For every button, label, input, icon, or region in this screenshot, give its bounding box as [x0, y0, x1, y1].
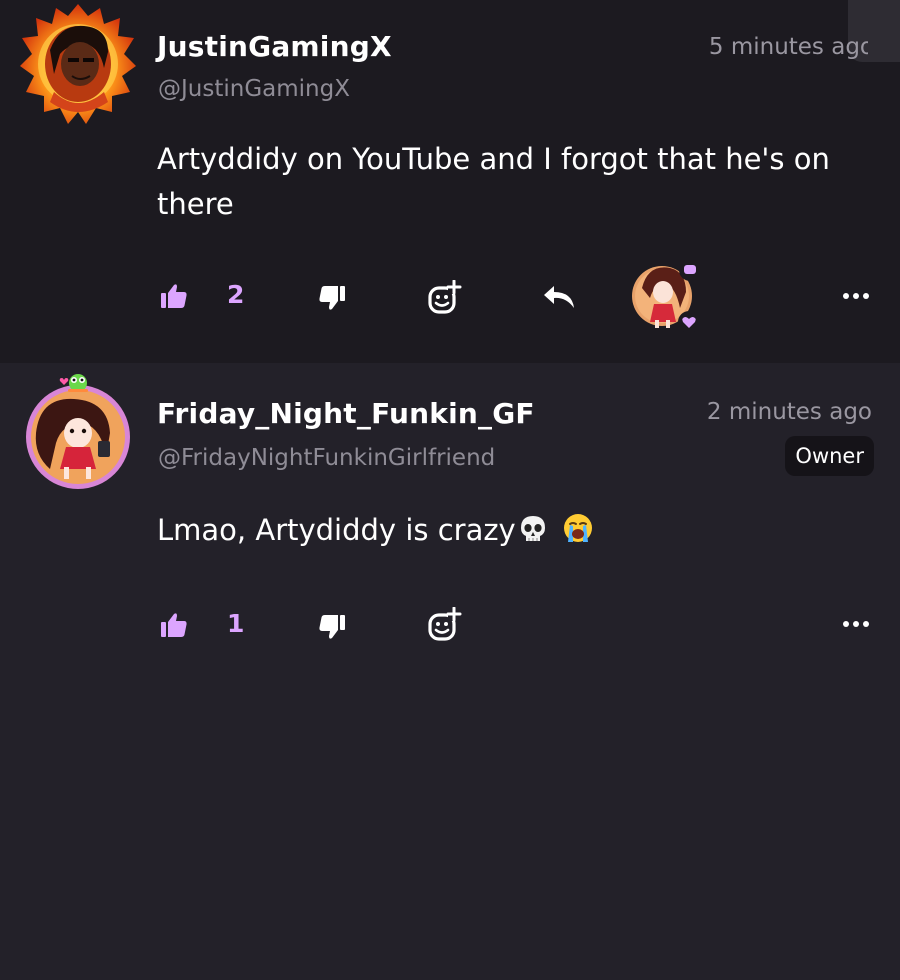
reaction-avatar[interactable]: [630, 258, 708, 336]
thumbs-down-icon: [319, 286, 345, 310]
thumbs-down-icon: [319, 615, 345, 639]
comment-handle[interactable]: @JustinGamingX: [158, 76, 350, 102]
more-options-icon: [843, 293, 869, 299]
comment-item: JustinGamingX @JustinGamingX 5 minutes a…: [0, 0, 900, 363]
comment-text: Artyddidy on YouTube and I forgot that h…: [157, 142, 830, 221]
avatar[interactable]: [20, 2, 136, 124]
add-reaction-icon: [428, 280, 462, 314]
reply-icon: [544, 286, 574, 308]
comment-author[interactable]: JustinGamingX: [157, 30, 392, 63]
loudly-crying-face-icon: [562, 512, 594, 557]
like-count: 2: [227, 280, 245, 309]
comment-timestamp: 2 minutes ago: [706, 399, 872, 425]
skull-icon: [518, 512, 548, 557]
dislike-button[interactable]: [318, 613, 346, 641]
more-options-button[interactable]: [842, 292, 872, 300]
comment-author[interactable]: Friday_Night_Funkin_GF: [157, 397, 535, 430]
comment-text-row: Lmao, Artydiddy is crazy: [157, 508, 877, 557]
avatar[interactable]: [22, 371, 134, 491]
more-options-icon: [843, 621, 869, 627]
comment-item: Friday_Night_Funkin_GF @FridayNightFunki…: [0, 363, 900, 980]
add-reaction-button[interactable]: [427, 280, 463, 316]
comments-screen: JustinGamingX @JustinGamingX 5 minutes a…: [0, 0, 900, 980]
like-button[interactable]: [160, 611, 188, 639]
more-options-button[interactable]: [842, 620, 872, 628]
add-reaction-icon: [428, 607, 462, 641]
thumbs-up-icon: [161, 613, 187, 637]
reply-button[interactable]: [542, 284, 576, 310]
thumbs-up-icon: [161, 284, 187, 308]
comment-text: Lmao, Artydiddy is crazy: [157, 513, 516, 547]
reaction-avatar-icon: [632, 259, 701, 333]
like-count: 1: [227, 609, 245, 638]
like-button[interactable]: [160, 282, 188, 310]
owner-badge: Owner: [785, 436, 874, 476]
comment-handle[interactable]: @FridayNightFunkinGirlfriend: [158, 445, 495, 471]
dislike-button[interactable]: [318, 284, 346, 312]
comment-timestamp: 5 minutes ago: [708, 34, 874, 60]
add-reaction-button[interactable]: [427, 607, 463, 643]
